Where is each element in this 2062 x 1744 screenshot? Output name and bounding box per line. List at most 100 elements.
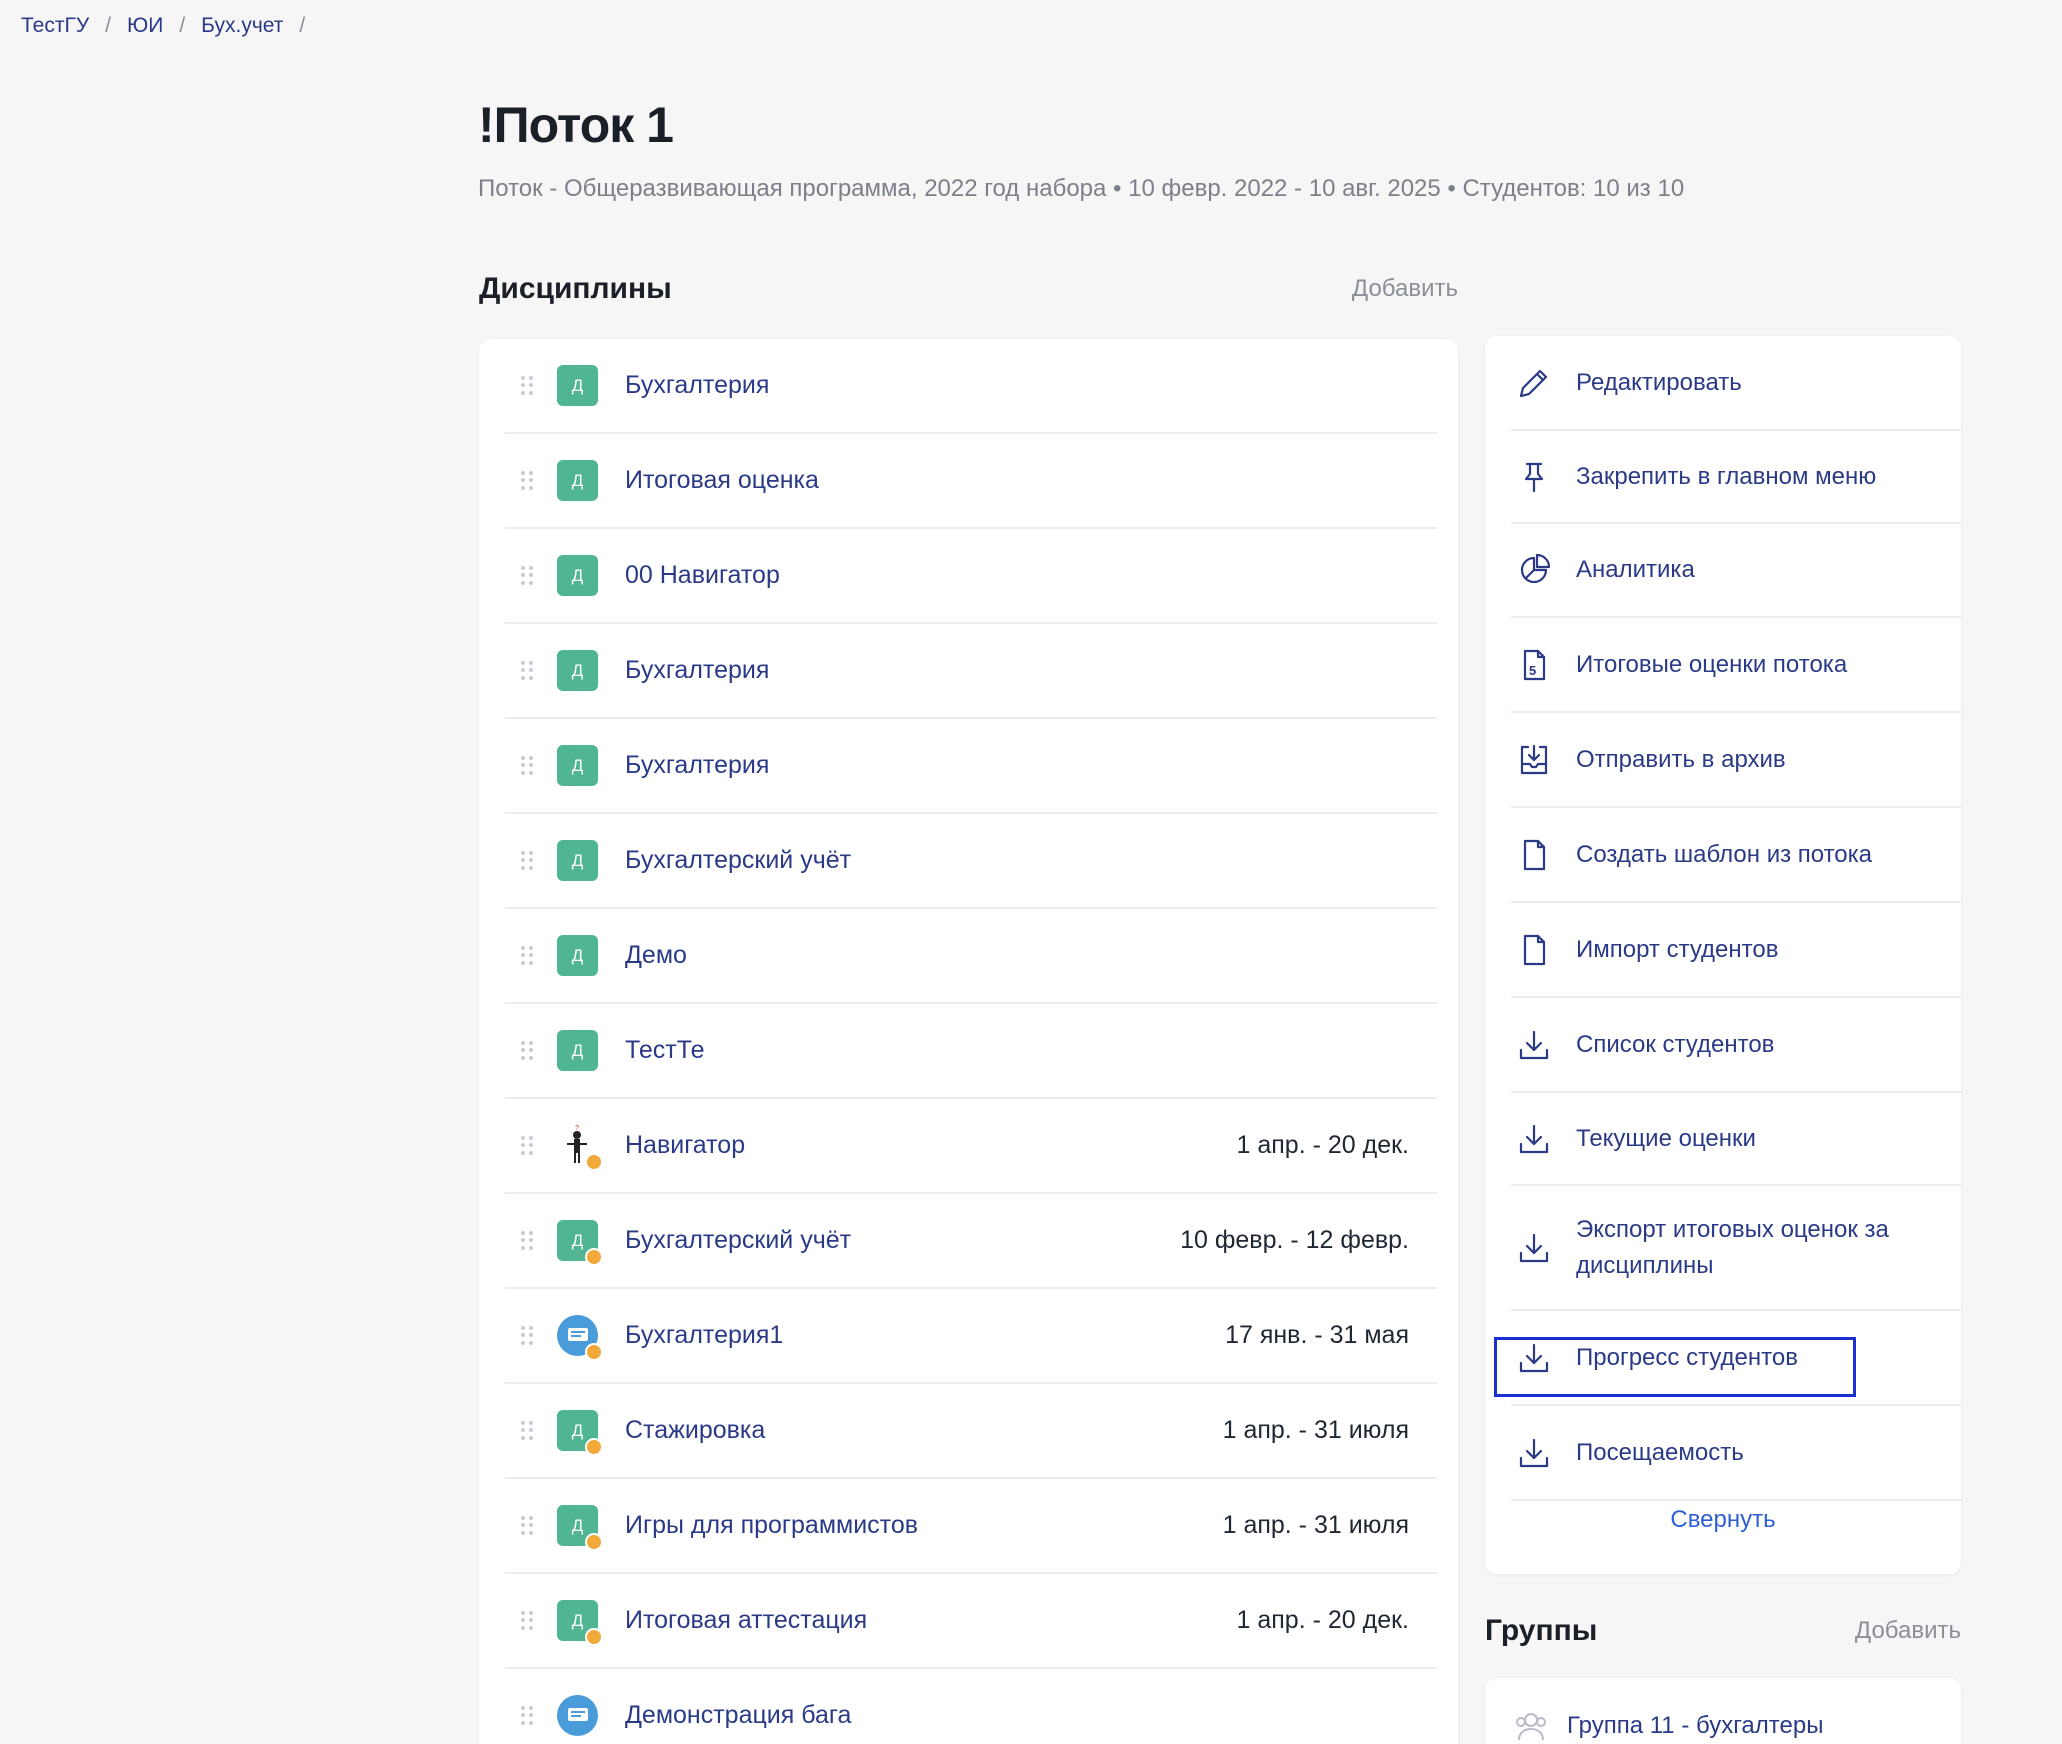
drag-handle-icon[interactable] (521, 375, 533, 396)
action-item[interactable]: Создать шаблон из потока (1511, 808, 1961, 903)
group-item[interactable]: Группа 11 - бухгалтеры (1485, 1678, 1961, 1744)
discipline-row[interactable]: Д Итоговая аттестация 1 апр. - 20 дек. (505, 1574, 1437, 1669)
drag-handle-icon[interactable] (521, 1325, 533, 1346)
download-icon (1519, 1124, 1549, 1153)
schedule-clock-icon (585, 1438, 603, 1456)
action-label: Редактировать (1576, 368, 1742, 396)
discipline-name[interactable]: Игры для программистов (625, 1511, 1223, 1540)
drag-handle-icon[interactable] (521, 1040, 533, 1061)
discipline-badge: Д (557, 365, 598, 406)
discipline-row[interactable]: Д ТестТе (505, 1004, 1437, 1099)
action-item[interactable]: Экспорт итоговых оценок за дисциплины (1511, 1186, 1961, 1311)
discipline-name[interactable]: Бухгалтерия (625, 371, 1409, 400)
page-subtitle: Поток - Общеразвивающая программа, 2022 … (478, 175, 1685, 202)
drag-handle-icon[interactable] (521, 660, 533, 681)
action-item[interactable]: Импорт студентов (1511, 903, 1961, 998)
action-item[interactable]: Посещаемость (1511, 1406, 1961, 1501)
action-label: Итоговые оценки потока (1576, 650, 1848, 678)
course-round-icon (557, 1695, 598, 1736)
discipline-dates: 1 апр. - 31 июля (1222, 1416, 1409, 1444)
schedule-clock-icon (585, 1248, 603, 1266)
discipline-row[interactable]: Д Бухгалтерский учёт (505, 814, 1437, 909)
action-item[interactable]: Список студентов (1511, 998, 1961, 1093)
discipline-row[interactable]: Д Игры для программистов 1 апр. - 31 июля (505, 1479, 1437, 1574)
action-item[interactable]: Прогресс студентов (1511, 1311, 1961, 1406)
drag-handle-icon[interactable] (521, 470, 533, 491)
disciplines-list: Д Бухгалтерия Д Итоговая оценка Д 00 Навигато… (479, 339, 1458, 1744)
drag-handle-icon[interactable] (521, 1705, 533, 1726)
breadcrumb: ТестГУ / ЮИ / Бух.учет / (21, 14, 321, 38)
discipline-badge: Д (557, 745, 598, 786)
discipline-name[interactable]: Итоговая оценка (625, 466, 1409, 495)
action-item[interactable]: 5 Итоговые оценки потока (1511, 618, 1961, 713)
discipline-name[interactable]: Бухгалтерский учёт (625, 846, 1409, 875)
discipline-name[interactable]: ТестТе (625, 1036, 1409, 1065)
action-label: Посещаемость (1576, 1438, 1744, 1466)
discipline-dates: 1 апр. - 20 дек. (1236, 1606, 1410, 1634)
discipline-row[interactable]: Д Стажировка 1 апр. - 31 июля (505, 1384, 1437, 1479)
discipline-row[interactable]: Д Бухгалтерия (505, 624, 1437, 719)
drag-handle-icon[interactable] (521, 755, 533, 776)
action-item[interactable]: Отправить в архив (1511, 713, 1961, 808)
discipline-row[interactable]: Демонстрация бага (505, 1669, 1437, 1744)
action-label: Аналитика (1576, 556, 1695, 583)
discipline-badge: Д (557, 1600, 603, 1646)
breadcrumb-item[interactable]: ТестГУ (21, 14, 89, 38)
drag-handle-icon[interactable] (521, 565, 533, 586)
pie-chart-icon (1520, 553, 1551, 584)
discipline-name[interactable]: Бухгалтерия1 (625, 1321, 1225, 1350)
action-label: Отправить в архив (1576, 745, 1786, 773)
add-discipline-button[interactable]: Добавить (1352, 275, 1458, 303)
discipline-row[interactable]: Д Демо (505, 909, 1437, 1004)
groups-title: Группы (1485, 1614, 1598, 1647)
discipline-name[interactable]: Навигатор (625, 1131, 1237, 1160)
disciplines-title: Дисциплины (479, 272, 672, 305)
discipline-row[interactable]: Д 00 Навигатор (505, 529, 1437, 624)
collapse-button[interactable]: Свернуть (1485, 1506, 1961, 1534)
download-icon (1519, 1438, 1549, 1467)
action-item[interactable]: Текущие оценки (1511, 1093, 1961, 1186)
action-item[interactable]: Закрепить в главном меню (1511, 431, 1961, 524)
discipline-name[interactable]: Демонстрация бага (625, 1701, 1409, 1730)
discipline-name[interactable]: Демо (625, 941, 1409, 970)
discipline-badge: Д (557, 1410, 603, 1456)
discipline-badge: Д (557, 935, 598, 976)
pin-icon (1524, 462, 1544, 492)
discipline-name[interactable]: Стажировка (625, 1416, 1223, 1445)
discipline-name[interactable]: Бухгалтерия (625, 656, 1409, 685)
discipline-dates: 1 апр. - 20 дек. (1236, 1131, 1410, 1159)
discipline-row[interactable]: ? Навигатор 1 апр. - 20 дек. (505, 1099, 1437, 1194)
disciplines-header: Дисциплины Добавить (479, 272, 1458, 306)
discipline-name[interactable]: Бухгалтерский учёт (625, 1226, 1180, 1255)
discipline-row[interactable]: Д Бухгалтерия (505, 339, 1437, 434)
discipline-dates: 10 февр. - 12 февр. (1180, 1226, 1409, 1254)
download-icon (1519, 1343, 1549, 1372)
discipline-row[interactable]: Д Бухгалтерия (505, 719, 1437, 814)
breadcrumb-item[interactable]: Бух.учет (201, 14, 283, 38)
discipline-name[interactable]: 00 Навигатор (625, 561, 1409, 590)
page-title: !Поток 1 (478, 97, 674, 153)
action-item[interactable]: Редактировать (1511, 336, 1961, 431)
drag-handle-icon[interactable] (521, 1420, 533, 1441)
breadcrumb-separator: / (299, 14, 306, 37)
discipline-name[interactable]: Бухгалтерия (625, 751, 1409, 780)
action-label: Создать шаблон из потока (1576, 840, 1873, 868)
drag-handle-icon[interactable] (521, 945, 533, 966)
drag-handle-icon[interactable] (521, 850, 533, 871)
drag-handle-icon[interactable] (521, 1230, 533, 1251)
discipline-badge: Д (557, 650, 598, 691)
download-icon (1519, 1233, 1549, 1262)
action-item[interactable]: Аналитика (1511, 524, 1961, 618)
discipline-badge: Д (557, 1505, 603, 1551)
breadcrumb-item[interactable]: ЮИ (127, 14, 163, 38)
discipline-dates: 1 апр. - 31 июля (1222, 1511, 1409, 1539)
discipline-row[interactable]: Д Бухгалтерский учёт 10 февр. - 12 февр. (505, 1194, 1437, 1289)
drag-handle-icon[interactable] (521, 1610, 533, 1631)
drag-handle-icon[interactable] (521, 1135, 533, 1156)
svg-text:?: ? (575, 1125, 579, 1132)
discipline-name[interactable]: Итоговая аттестация (625, 1606, 1237, 1635)
drag-handle-icon[interactable] (521, 1515, 533, 1536)
discipline-row[interactable]: Бухгалтерия1 17 янв. - 31 мая (505, 1289, 1437, 1384)
discipline-row[interactable]: Д Итоговая оценка (505, 434, 1437, 529)
add-group-button[interactable]: Добавить (1855, 1617, 1961, 1645)
